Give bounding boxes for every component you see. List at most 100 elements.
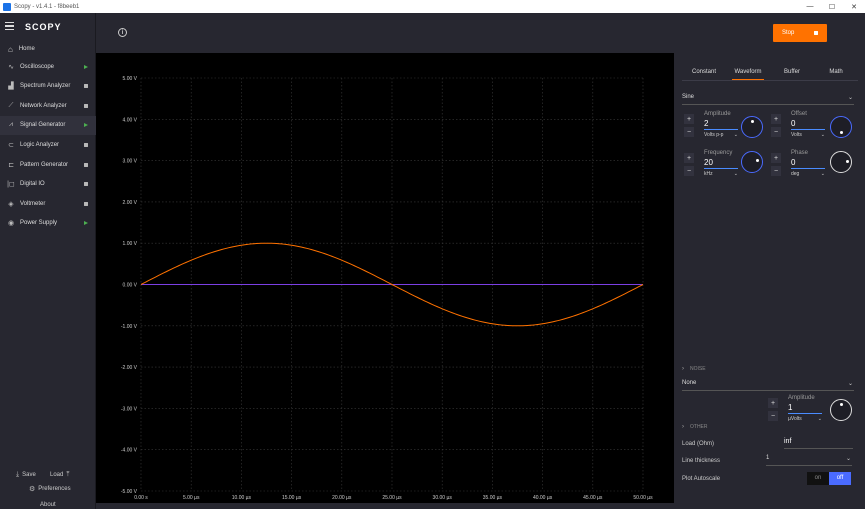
home-label: Home [18,46,35,52]
sidebar-item-digital-io[interactable]: |◻ Digital IO [0,175,96,194]
settings-panel: Constant Waveform Buffer Math Sine ⌄ + − Am… [676,53,865,509]
chevron-down-icon: ⌄ [817,416,822,422]
noise-amplitude-input[interactable]: 1 [788,403,822,414]
x-tick-label: 40.00 µs [533,495,553,501]
x-tick-label: 0.00 s [134,495,148,501]
spectrum-icon: ▟ [8,83,14,91]
other-section-label: OTHER [690,424,708,430]
maximize-button[interactable]: ☐ [821,0,843,13]
frequency-unit-select[interactable]: kHz ⌄ [704,171,738,177]
stop-square-icon [814,31,818,35]
load-icon: ⤒ [66,471,70,478]
load-button[interactable]: Load ⤒ [50,471,72,479]
knob-indicator [751,120,754,123]
sidebar-item-pattern-generator[interactable]: ⊏ Pattern Generator [0,155,96,174]
info-icon[interactable]: i [118,28,127,37]
autoscale-toggle[interactable]: on off [807,472,851,485]
load-label: Load (Ohm) [682,441,715,447]
sidebar-item-label: Spectrum Analyzer [20,83,71,90]
noise-type-value: None [682,380,697,386]
offset-input[interactable]: 0 [791,119,825,130]
window-titlebar: Scopy - v1.4.1 - f8beeb1 — ☐ ✕ [0,0,865,13]
x-tick-label: 45.00 µs [583,495,603,501]
sidebar-item-power-supply[interactable]: ◉ Power Supply [0,214,96,233]
offset-knob[interactable] [830,116,852,138]
amplitude-minus-button[interactable]: − [684,127,694,137]
waveform-type-select[interactable]: Sine ⌄ [682,94,854,105]
logic-icon: ⊂ [8,141,14,149]
digital-io-icon: |◻ [7,181,15,189]
chevron-down-icon: ⌄ [847,95,853,101]
y-tick-label: 3.00 V [123,159,138,165]
amplitude-plus-button[interactable]: + [684,114,694,124]
app-icon [3,2,11,11]
amplitude-knob[interactable] [741,116,763,138]
status-idle-icon [84,182,88,187]
chevron-right-icon: › [682,424,684,430]
panel-tabs: Constant Waveform Buffer Math [682,66,858,80]
status-run-icon [84,64,88,69]
frequency-input[interactable]: 20 [704,158,738,169]
status-idle-icon [84,103,88,108]
tab-waveform[interactable]: Waveform [726,66,770,80]
tab-buffer[interactable]: Buffer [770,66,814,80]
frequency-minus-button[interactable]: − [684,166,694,176]
save-button[interactable]: ⤓ Save [16,471,36,479]
sidebar-item-label: Pattern Generator [20,161,69,168]
sidebar-item-network-analyzer[interactable]: ⟋ Network Analyzer [0,96,96,115]
sidebar-item-voltmeter[interactable]: ◈ Voltmeter [0,194,96,213]
phase-unit-select[interactable]: deg ⌄ [791,171,825,177]
stop-label: Stop [782,30,795,36]
gear-icon: ⚙ [29,486,36,493]
noise-section-header[interactable]: › NOISE [682,366,706,372]
frequency-plus-button[interactable]: + [684,153,694,163]
phase-plus-button[interactable]: + [771,153,781,163]
y-tick-label: -2.00 V [121,365,138,371]
amplitude-input[interactable]: 2 [704,119,738,130]
about-button[interactable]: About [40,502,56,508]
tab-constant[interactable]: Constant [682,66,726,80]
offset-minus-button[interactable]: − [771,127,781,137]
x-tick-label: 25.00 µs [382,495,402,501]
phase-input[interactable]: 0 [791,158,825,169]
tab-divider [682,80,858,81]
status-idle-icon [84,201,88,206]
other-section-header[interactable]: › OTHER [682,424,708,430]
noise-amplitude-knob[interactable] [830,399,852,421]
sidebar-item-logic-analyzer[interactable]: ⊂ Logic Analyzer [0,135,96,154]
menu-icon[interactable] [5,22,14,32]
y-tick-label: 4.00 V [123,117,138,123]
offset-label: Offset [791,111,807,117]
noise-amplitude-unit-select[interactable]: µVolts ⌄ [788,416,822,422]
noise-amplitude-minus-button[interactable]: − [768,411,778,421]
amplitude-unit-select[interactable]: Volts p-p ⌄ [704,132,738,138]
sidebar-item-signal-generator[interactable]: ⩘ Signal Generator [0,115,96,135]
preferences-label: Preferences [38,486,71,492]
offset-unit-select[interactable]: Volts ⌄ [791,132,825,138]
sidebar-item-oscilloscope[interactable]: ∿ Oscilloscope [0,57,96,76]
load-input[interactable]: inf [784,438,853,449]
sidebar-home[interactable]: ⌂ Home [0,43,96,55]
close-button[interactable]: ✕ [843,0,865,13]
preferences-button[interactable]: ⚙ Preferences [29,485,71,493]
noise-amplitude-plus-button[interactable]: + [768,398,778,408]
tab-math[interactable]: Math [814,66,858,80]
x-tick-label: 30.00 µs [433,495,453,501]
signal-plot[interactable]: 5.00 V 4.00 V 3.00 V 2.00 V 1.00 V 0.00 V -1.0… [96,53,674,503]
y-tick-label: -4.00 V [121,448,138,454]
phase-knob[interactable] [830,151,852,173]
sidebar-item-spectrum-analyzer[interactable]: ▟ Spectrum Analyzer [0,77,96,96]
x-tick-label: 35.00 µs [483,495,503,501]
chevron-down-icon: ⌄ [845,456,851,462]
line-thickness-select[interactable]: 1 ⌄ [766,455,852,466]
stop-button[interactable]: Stop [773,24,827,42]
chevron-right-icon: › [682,366,684,372]
status-run-icon [84,221,88,226]
phase-minus-button[interactable]: − [771,166,781,176]
offset-plus-button[interactable]: + [771,114,781,124]
sidebar-item-label: Logic Analyzer [20,141,60,148]
noise-type-select[interactable]: None ⌄ [682,380,854,391]
minimize-button[interactable]: — [799,0,821,13]
frequency-knob[interactable] [741,151,763,173]
sidebar-item-label: Oscilloscope [20,63,55,70]
